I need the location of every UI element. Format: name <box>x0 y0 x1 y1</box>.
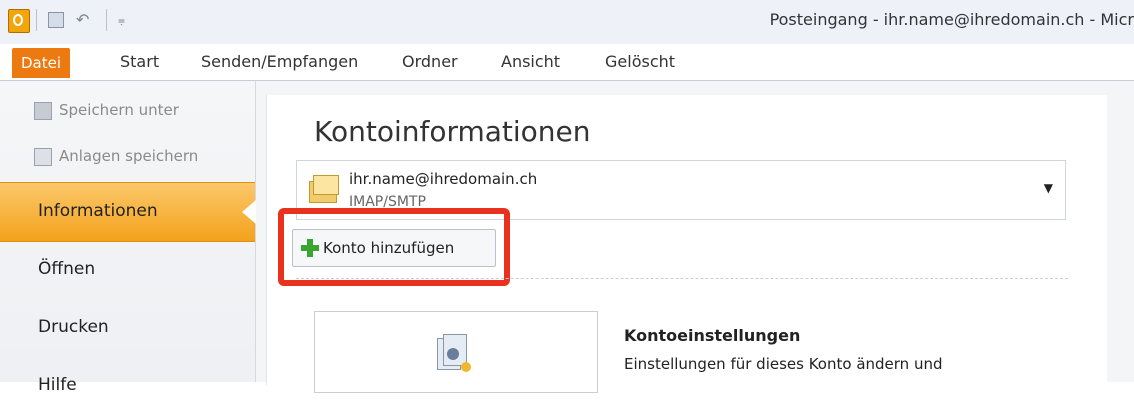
section-divider <box>296 278 1068 279</box>
undo-icon[interactable]: ↶ <box>76 12 94 30</box>
account-email: ihr.name@ihredomain.ch <box>349 170 538 188</box>
account-settings-icon <box>437 334 471 374</box>
customize-qat-icon[interactable]: ⩦ <box>118 12 130 30</box>
tab-datei[interactable]: Datei <box>12 48 70 78</box>
save-as-icon <box>34 102 52 120</box>
save-attachments-icon <box>34 148 52 166</box>
nav-item-label: Öffnen <box>38 259 96 279</box>
nav-item-label: Drucken <box>38 317 109 337</box>
tab-ansicht[interactable]: Ansicht <box>501 52 560 71</box>
nav-cmd-save-as[interactable]: Speichern unter <box>34 101 179 120</box>
backstage-main: Kontoinformationen ihr.name@ihredomain.c… <box>256 81 1134 393</box>
outlook-icon[interactable] <box>8 9 30 33</box>
add-account-label: Konto hinzufügen <box>323 239 455 257</box>
nav-item-hilfe[interactable]: Hilfe <box>0 357 255 415</box>
backstage-nav: Speichern unter Anlagen speichern Inform… <box>0 81 256 395</box>
nav-item-label: Hilfe <box>38 375 77 395</box>
qat-separator <box>36 9 37 31</box>
tab-geloescht[interactable]: Gelöscht <box>605 52 675 71</box>
add-account-button[interactable]: Konto hinzufügen <box>292 229 496 267</box>
tab-ordner[interactable]: Ordner <box>402 52 458 71</box>
settings-title: Kontoeinstellungen <box>624 326 801 345</box>
chevron-down-icon[interactable]: ▼ <box>1044 181 1053 195</box>
nav-item-informationen[interactable]: Informationen <box>0 182 256 242</box>
nav-cmd-label: Anlagen speichern <box>59 147 199 165</box>
nav-cmd-label: Speichern unter <box>59 101 179 119</box>
account-folder-icon <box>309 175 339 203</box>
active-indicator <box>242 200 256 224</box>
plus-icon <box>301 239 319 257</box>
nav-item-drucken[interactable]: Drucken <box>0 299 255 357</box>
tab-start[interactable]: Start <box>120 52 159 71</box>
nav-item-label: Informationen <box>38 201 158 221</box>
title-bar: ↶ ⩦ Posteingang - ihr.name@ihredomain.ch… <box>0 0 1134 44</box>
quick-save-icon[interactable] <box>48 12 64 28</box>
window-title: Posteingang - ihr.name@ihredomain.ch - M… <box>769 10 1134 29</box>
settings-description: Einstellungen für dieses Konto ändern un… <box>624 355 943 373</box>
nav-item-oeffnen[interactable]: Öffnen <box>0 241 255 299</box>
page-title: Kontoinformationen <box>314 115 591 148</box>
ribbon-tabs: Datei Start Senden/Empfangen Ordner Ansi… <box>0 44 1134 81</box>
tab-senden-empfangen[interactable]: Senden/Empfangen <box>201 52 358 71</box>
qat-separator <box>106 9 107 31</box>
nav-cmd-save-attachments[interactable]: Anlagen speichern <box>34 147 199 166</box>
account-settings-button[interactable] <box>314 311 598 393</box>
